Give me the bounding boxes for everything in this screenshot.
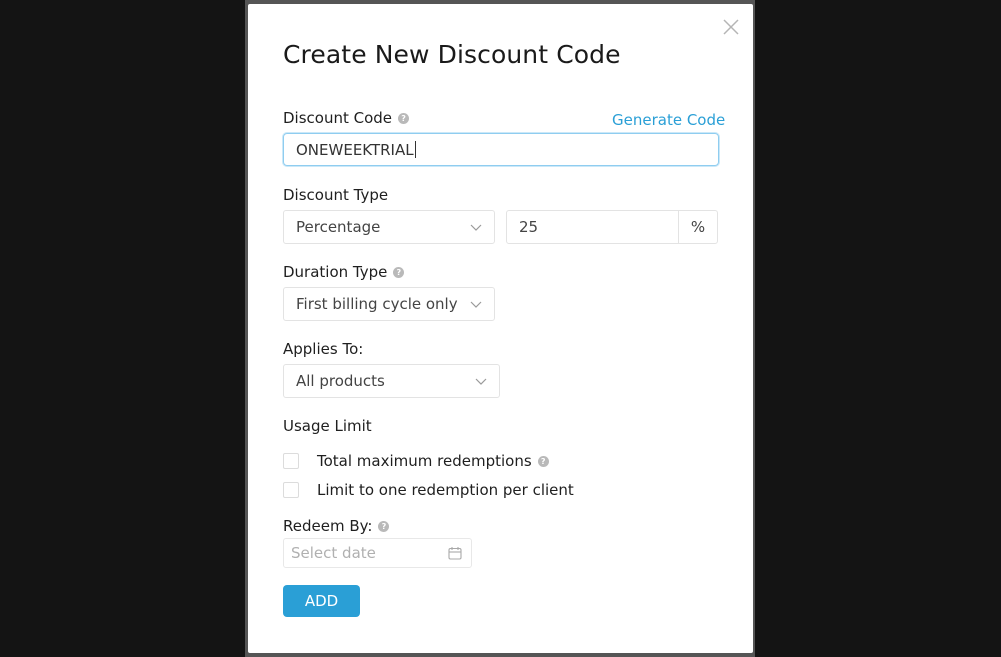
applies-to-value: All products <box>296 372 385 390</box>
duration-type-select[interactable]: First billing cycle only <box>283 287 495 321</box>
duration-type-value: First billing cycle only <box>296 295 458 313</box>
chevron-down-icon <box>470 224 482 231</box>
help-icon[interactable]: ? <box>537 455 549 467</box>
help-icon[interactable]: ? <box>378 520 390 532</box>
generate-code-link[interactable]: Generate Code <box>612 111 725 129</box>
text-caret <box>414 141 416 158</box>
applies-to-label-text: Applies To: <box>283 340 364 358</box>
help-icon[interactable]: ? <box>398 112 410 124</box>
total-max-redemptions-row: Total maximum redemptions ? <box>283 452 549 470</box>
usage-limit-label-text: Usage Limit <box>283 417 372 435</box>
discount-amount-group: 25 % <box>506 210 718 244</box>
discount-code-label: Discount Code <box>283 109 393 127</box>
discount-code-label-row: Discount Code ? <box>283 109 410 127</box>
discount-amount-input[interactable]: 25 <box>507 211 678 243</box>
discount-code-input[interactable]: ONEWEEKTRIAL <box>283 133 719 166</box>
one-per-client-row: Limit to one redemption per client <box>283 481 574 499</box>
page-overlay-right <box>755 0 1001 657</box>
discount-amount-value: 25 <box>519 218 539 236</box>
total-max-redemptions-checkbox[interactable] <box>283 453 299 469</box>
discount-type-label-text: Discount Type <box>283 186 389 204</box>
discount-code-value: ONEWEEKTRIAL <box>296 140 414 159</box>
add-button[interactable]: ADD <box>283 585 360 617</box>
discount-type-select[interactable]: Percentage <box>283 210 495 244</box>
page-overlay-left <box>0 0 245 657</box>
modal-title: Create New Discount Code <box>283 40 621 69</box>
chevron-down-icon <box>470 301 482 308</box>
help-icon[interactable]: ? <box>393 266 405 278</box>
discount-type-value: Percentage <box>296 218 381 236</box>
percent-addon: % <box>678 211 717 243</box>
duration-type-label-row: Duration Type ? <box>283 263 405 281</box>
one-per-client-label: Limit to one redemption per client <box>317 481 574 499</box>
applies-to-label: Applies To: <box>283 340 363 358</box>
redeem-by-label: Redeem By: <box>283 517 373 535</box>
chevron-down-icon <box>475 378 487 385</box>
create-discount-modal: Create New Discount Code Discount Code ?… <box>248 4 753 653</box>
usage-limit-label: Usage Limit <box>283 417 372 435</box>
discount-type-label: Discount Type <box>283 186 388 204</box>
redeem-by-label-row: Redeem By: ? <box>283 517 390 535</box>
calendar-icon <box>448 547 462 560</box>
duration-type-label: Duration Type <box>283 263 388 281</box>
applies-to-select[interactable]: All products <box>283 364 500 398</box>
redeem-by-placeholder: Select date <box>291 544 376 562</box>
close-icon[interactable] <box>721 17 741 37</box>
one-per-client-checkbox[interactable] <box>283 482 299 498</box>
redeem-by-date-input[interactable]: Select date <box>283 538 472 568</box>
total-max-redemptions-label: Total maximum redemptions <box>317 452 532 470</box>
